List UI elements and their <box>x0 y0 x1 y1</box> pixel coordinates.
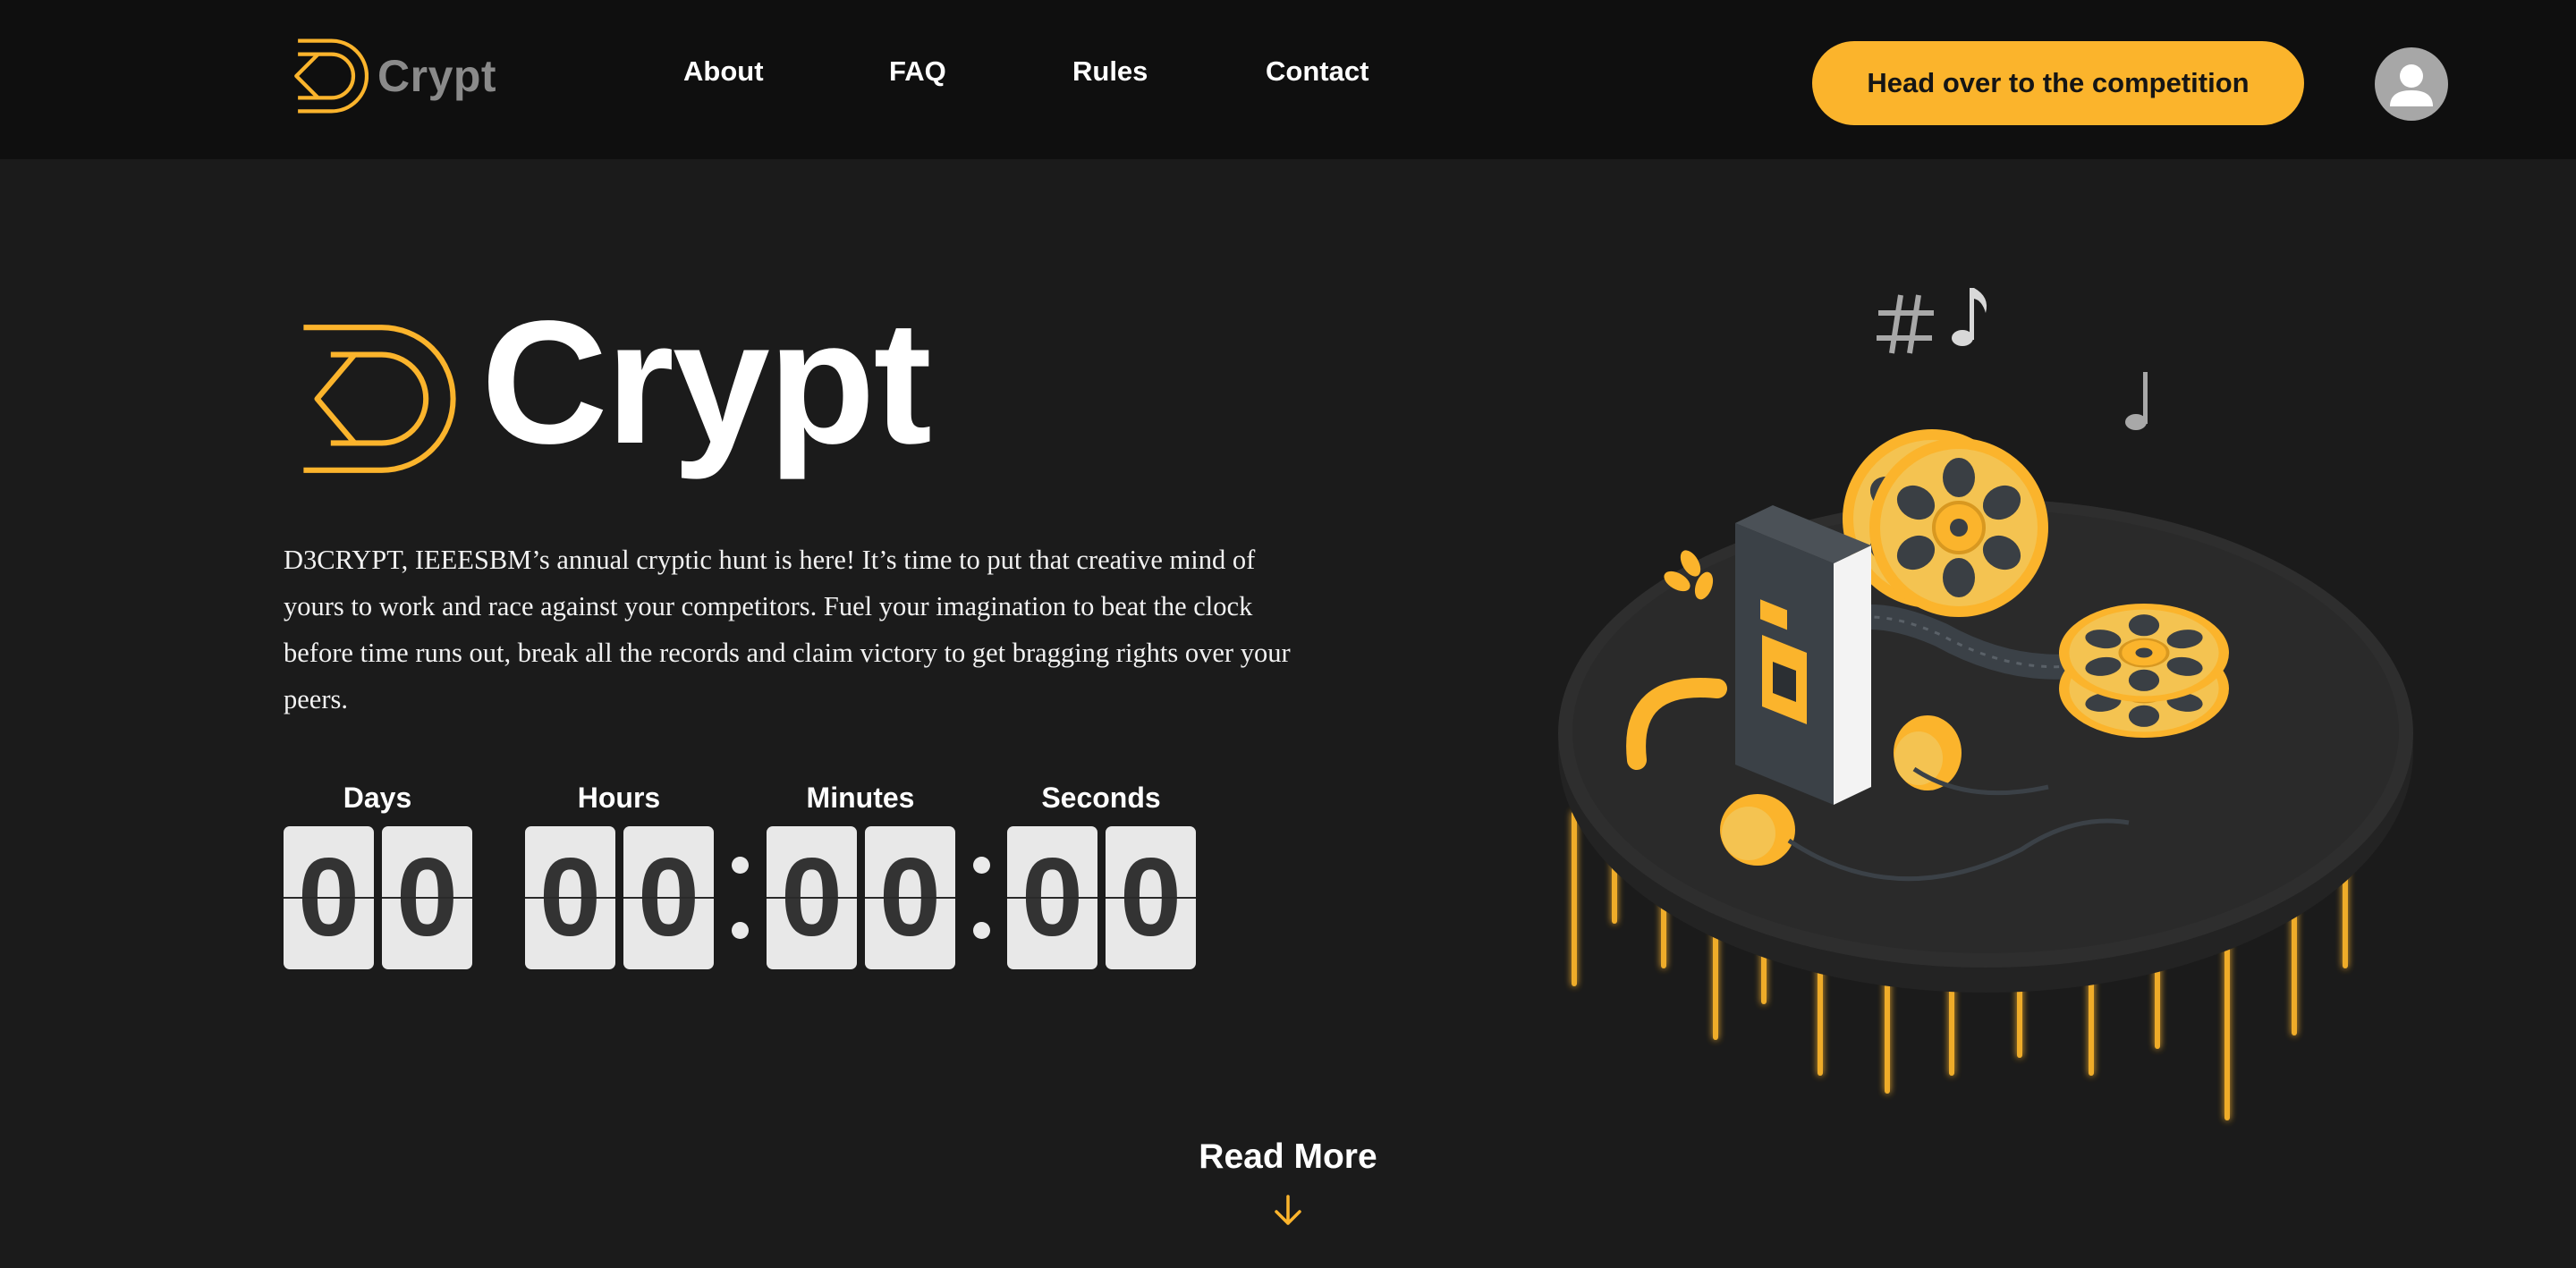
user-avatar-icon <box>2390 64 2433 106</box>
countdown-label-hours: Hours <box>577 782 661 814</box>
competition-button[interactable]: Head over to the competition <box>1812 41 2304 125</box>
countdown-digit-minutes-1: 0 <box>767 826 857 969</box>
nav-link-about[interactable]: About <box>683 55 764 88</box>
avatar[interactable] <box>2375 47 2448 121</box>
countdown-digit-minutes-2: 0 <box>865 826 955 969</box>
film-reel-illustration <box>1558 288 2413 1120</box>
nav-link-faq[interactable]: FAQ <box>889 55 946 88</box>
countdown-label-minutes: Minutes <box>806 782 915 814</box>
arrow-down-icon[interactable] <box>1271 1193 1305 1229</box>
countdown-digit-days-2: 0 <box>382 826 472 969</box>
countdown-label-seconds: Seconds <box>1041 782 1161 814</box>
navbar: Crypt About FAQ Rules Contact Head over … <box>0 0 2576 159</box>
nav-link-contact[interactable]: Contact <box>1266 55 1368 88</box>
countdown-digit-days-1: 0 <box>284 826 374 969</box>
nav-logo-text: Crypt <box>377 51 497 101</box>
read-more-link[interactable]: Read More <box>1109 1137 1467 1177</box>
d3-logo-icon <box>303 325 456 473</box>
countdown-colon <box>729 857 750 939</box>
countdown-digit-hours-1: 0 <box>525 826 615 969</box>
countdown-colon <box>970 857 992 939</box>
hero-logo: Crypt <box>293 295 932 486</box>
countdown-label-days: Days <box>343 782 412 814</box>
hero-description: D3CRYPT, IEEESBM’s annual cryptic hunt i… <box>284 545 1291 714</box>
countdown-digit-hours-2: 0 <box>623 826 714 969</box>
countdown-digit-seconds-2: 0 <box>1106 826 1196 969</box>
nav-link-rules[interactable]: Rules <box>1072 55 1148 88</box>
d3-logo-icon <box>294 38 369 114</box>
hero-title: Crypt <box>481 284 932 480</box>
countdown-digit-seconds-1: 0 <box>1007 826 1097 969</box>
nav-logo[interactable]: Crypt <box>284 36 496 116</box>
